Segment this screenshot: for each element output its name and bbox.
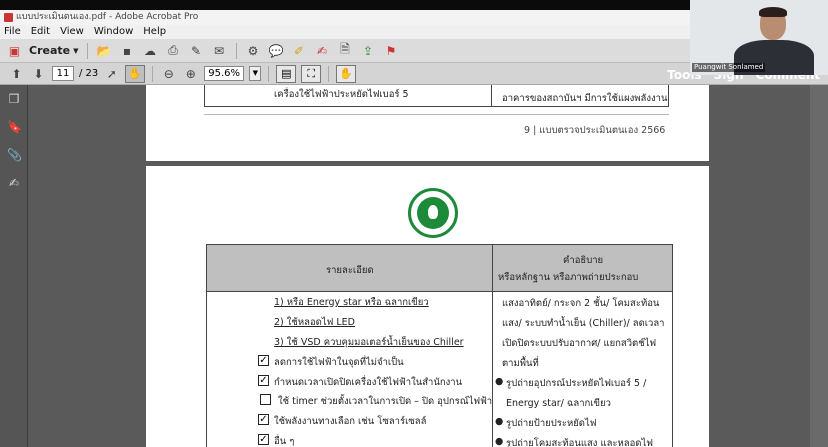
description-line: Energy star/ ฉลากเขียว bbox=[506, 398, 611, 409]
read-mode-icon[interactable]: ✋ bbox=[336, 64, 357, 83]
separator bbox=[86, 42, 88, 59]
list-item: 1) หรือ Energy star หรือ ฉลากเขียว bbox=[274, 297, 429, 308]
edit-document-icon[interactable]: ✎ bbox=[188, 42, 205, 59]
full-screen-icon[interactable]: ⛶ bbox=[301, 64, 322, 83]
zoom-level-input[interactable]: 95.6% bbox=[204, 66, 245, 81]
window-title-bar: แบบประเมินตนเอง.pdf - Adobe Acrobat Pro bbox=[0, 10, 690, 25]
open-folder-icon[interactable]: 📂 bbox=[96, 42, 113, 59]
description-line: เปิดปิดระบบปรับอากาศ/ แยกสวิตช์ไฟ bbox=[502, 338, 657, 349]
fit-page-icon[interactable]: ▤ bbox=[276, 64, 297, 83]
page-thumbnails-icon[interactable]: ❐ bbox=[7, 92, 21, 106]
signatures-icon[interactable]: ✍ bbox=[7, 176, 21, 190]
row-right-text: อาคารของสถาบันฯ มีการใช้แผงพลังงาน bbox=[502, 93, 668, 104]
document-icon[interactable]: 🗎 bbox=[337, 42, 354, 59]
email-icon[interactable]: ✉ bbox=[211, 42, 228, 59]
settings-gear-icon[interactable]: ⚙ bbox=[245, 42, 262, 59]
zoom-dropdown-icon[interactable]: ▼ bbox=[249, 66, 262, 81]
create-button[interactable]: Create ▼ bbox=[29, 44, 79, 57]
menu-window[interactable]: Window bbox=[94, 25, 133, 39]
list-item: ใช้พลังงานทางเลือก เช่น โซลาร์เซลล์ bbox=[274, 416, 427, 427]
menu-bar: File Edit View Window Help bbox=[0, 25, 690, 39]
checkbox-checked[interactable]: ✓ bbox=[258, 355, 269, 366]
chevron-down-icon: ▼ bbox=[73, 46, 79, 55]
zoom-in-icon[interactable]: ⊕ bbox=[182, 65, 199, 82]
vertical-scrollbar[interactable] bbox=[810, 85, 828, 447]
video-call-overlay: Puangwit Sonlamed bbox=[690, 0, 828, 75]
attachments-icon[interactable]: 📎 bbox=[7, 148, 22, 162]
checkbox-checked[interactable]: ✓ bbox=[258, 414, 269, 425]
page-number-input[interactable]: 11 bbox=[52, 66, 74, 81]
hand-tool-icon[interactable]: ✋ bbox=[125, 64, 146, 83]
total-pages: / 23 bbox=[79, 68, 99, 79]
list-item: อื่น ๆ bbox=[274, 436, 295, 447]
list-item: กำหนดเวลาเปิดปิดเครื่องใช้ไฟฟ้าในสำนักงา… bbox=[274, 377, 463, 388]
cloud-upload-icon[interactable]: ☁ bbox=[142, 42, 159, 59]
menu-help[interactable]: Help bbox=[143, 25, 166, 39]
bullet-icon: ● bbox=[495, 436, 504, 447]
acrobat-app-icon bbox=[4, 13, 13, 22]
separator bbox=[152, 65, 154, 82]
select-cursor-icon[interactable]: ➚ bbox=[103, 65, 120, 82]
previous-page-icon[interactable]: ⬆ bbox=[8, 65, 25, 82]
window-title: แบบประเมินตนเอง.pdf - Adobe Acrobat Pro bbox=[16, 12, 199, 22]
page-footer: 9 | แบบตรวจประเมินตนเอง 2566 bbox=[524, 125, 666, 136]
create-pdf-icon: ▣ bbox=[8, 43, 21, 58]
separator bbox=[235, 42, 237, 59]
participant-hair bbox=[759, 7, 787, 17]
print-icon[interactable]: ⎙ bbox=[165, 42, 182, 59]
checkbox-unchecked[interactable] bbox=[260, 394, 271, 405]
list-item: ใช้ timer ช่วยตั้งเวลาในการเปิด – ปิด อุ… bbox=[278, 396, 493, 407]
participant-name: Puangwit Sonlamed bbox=[692, 63, 766, 72]
list-item: 3) ใช้ VSD ควบคุมมอเตอร์น้ำเย็นของ Chill… bbox=[274, 337, 464, 348]
pdf-page-current: รายละเอียด คำอธิบาย หรือหลักฐาน หรือภาพถ… bbox=[146, 166, 709, 447]
separator bbox=[328, 65, 330, 82]
export-icon[interactable]: ⇪ bbox=[360, 42, 377, 59]
header-description-1: คำอธิบาย bbox=[563, 255, 604, 266]
comment-bubble-icon[interactable]: 💬 bbox=[268, 42, 285, 59]
highlight-icon[interactable]: ✐ bbox=[291, 42, 308, 59]
next-page-icon[interactable]: ⬇ bbox=[30, 65, 47, 82]
description-line: ตามพื้นที่ bbox=[502, 358, 539, 369]
organization-logo bbox=[408, 188, 458, 238]
sign-document-icon[interactable]: ✍ bbox=[314, 42, 331, 59]
save-icon[interactable]: ▪ bbox=[119, 42, 136, 59]
separator bbox=[268, 65, 270, 82]
collaborate-icon[interactable]: ⚑ bbox=[383, 42, 400, 59]
header-description-2: หรือหลักฐาน หรือภาพถ่ายประกอบ bbox=[498, 272, 639, 283]
description-line: แสง/ ระบบทำน้ำเย็น (Chiller)/ ลดเวลา bbox=[502, 318, 665, 329]
description-line: รูปถ่ายป้ายประหยัดไฟ bbox=[506, 418, 597, 429]
description-line: รูปถ่ายอุปกรณ์ประหยัดไฟเบอร์ 5 / bbox=[506, 378, 647, 389]
bookmarks-icon[interactable]: 🔖 bbox=[7, 120, 22, 134]
list-item: 2) ใช้หลอดไฟ LED bbox=[274, 317, 355, 328]
description-line: แสงอาทิตย์/ กระจก 2 ชั้น/ โคมสะท้อน bbox=[502, 298, 660, 309]
checkbox-checked[interactable]: ✓ bbox=[258, 375, 269, 386]
description-line: รูปถ่ายโคมสะท้อนแสง และหลอดไฟ bbox=[506, 438, 653, 447]
menu-file[interactable]: File bbox=[4, 25, 21, 39]
divider bbox=[204, 114, 669, 115]
menu-edit[interactable]: Edit bbox=[31, 25, 50, 39]
bullet-icon: ● bbox=[495, 416, 504, 427]
document-view[interactable]: เครื่องใช้ไฟฟ้าประหยัดไฟเบอร์ 5 อาคารของ… bbox=[28, 85, 810, 447]
create-label: Create bbox=[29, 44, 71, 57]
header-details: รายละเอียด bbox=[326, 265, 374, 276]
navigation-pane: ❐ 🔖 📎 ✍ bbox=[0, 85, 28, 447]
pdf-page-previous: เครื่องใช้ไฟฟ้าประหยัดไฟเบอร์ 5 อาคารของ… bbox=[146, 85, 709, 161]
zoom-out-icon[interactable]: ⊖ bbox=[160, 65, 177, 82]
bullet-icon: ● bbox=[495, 376, 504, 387]
menu-view[interactable]: View bbox=[60, 25, 84, 39]
list-item: ลดการใช้ไฟฟ้าในจุดที่ไม่จำเป็น bbox=[274, 357, 404, 368]
row-left-text: เครื่องใช้ไฟฟ้าประหยัดไฟเบอร์ 5 bbox=[274, 89, 409, 100]
checkbox-checked[interactable]: ✓ bbox=[258, 434, 269, 445]
